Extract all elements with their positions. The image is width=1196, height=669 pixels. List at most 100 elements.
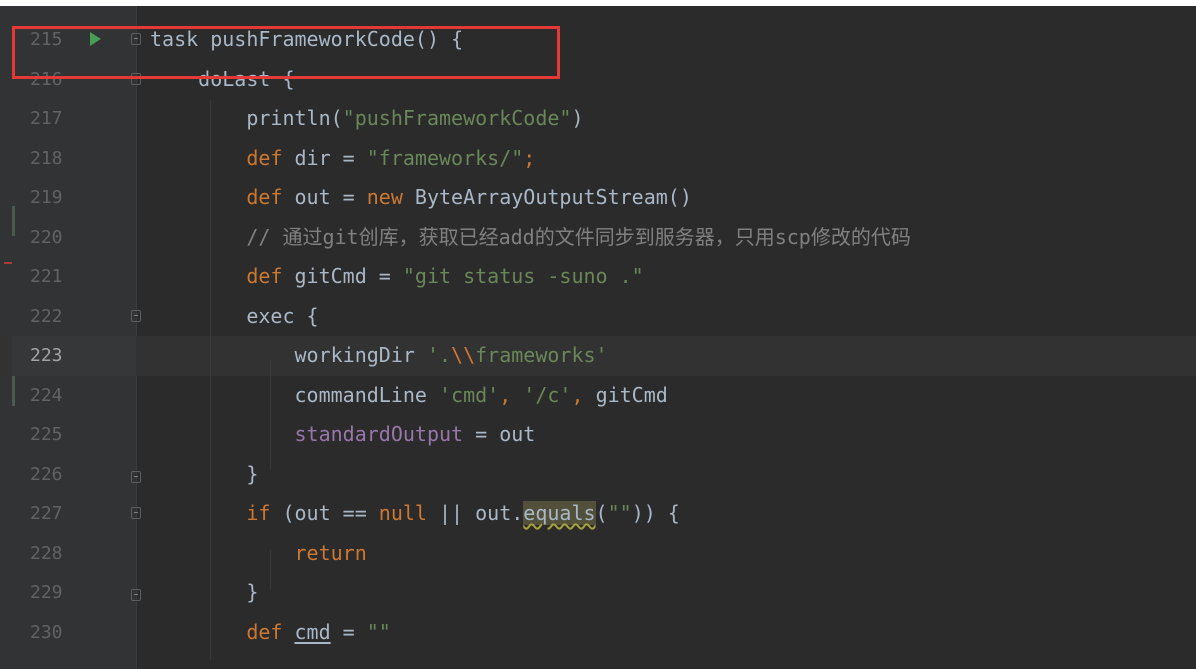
code-line[interactable]: 226 } [0, 455, 1196, 495]
code-line[interactable]: 228 return [0, 534, 1196, 574]
code-token-id: } [150, 461, 259, 486]
code-line[interactable]: 215 task pushFrameworkCode() { [0, 20, 1196, 60]
code-token-esc: \\ [451, 343, 476, 367]
code-token-id: task pushFrameworkCode() { [150, 27, 464, 51]
code-line[interactable]: 216 doLast { [0, 60, 1196, 100]
code-token-id [282, 620, 294, 644]
code-line[interactable]: 227 if (out == null || out.equals("")) { [0, 494, 1196, 534]
fold-end-icon[interactable] [131, 470, 141, 483]
code-line[interactable]: 225 standardOutput = out [0, 415, 1196, 455]
code-text[interactable]: def cmd = "" [150, 613, 391, 653]
code-text[interactable]: // 通过git创库，获取已经add的文件同步到服务器，只用scp修改的代码 [150, 218, 911, 258]
fold-collapse-icon[interactable] [131, 33, 141, 45]
code-token-kw: , [571, 382, 596, 407]
code-token-fld: standardOutput [294, 422, 464, 446]
code-text[interactable]: } [150, 455, 258, 495]
code-token-id: = [330, 619, 367, 644]
code-text[interactable]: doLast { [150, 60, 295, 100]
code-token-id: workingDir [150, 343, 427, 367]
code-token-id [150, 264, 246, 288]
code-text[interactable]: task pushFrameworkCode() { [150, 20, 463, 60]
line-number[interactable]: 229 [30, 573, 63, 613]
code-line[interactable]: 223 workingDir '.\\frameworks' [0, 336, 1196, 376]
line-number[interactable]: 218 [30, 139, 63, 179]
code-token-kw: null [378, 501, 427, 525]
fold-collapse-icon[interactable] [131, 507, 141, 519]
code-token-str: "" [366, 619, 391, 644]
code-text[interactable]: commandLine 'cmd', '/c', gitCmd [150, 376, 667, 416]
code-token-id: println( [150, 106, 343, 130]
code-text[interactable]: standardOutput = out [150, 415, 536, 455]
line-number[interactable]: 215 [30, 20, 63, 60]
code-text[interactable]: if (out == null || out.equals("")) { [150, 494, 680, 534]
code-line[interactable]: 220 // 通过git创库，获取已经add的文件同步到服务器，只用scp修改的… [0, 218, 1196, 258]
code-token-id: doLast { [150, 66, 295, 91]
code-editor[interactable]: 214215 task pushFrameworkCode() { 216 doLa… [0, 6, 1196, 652]
code-line[interactable]: 219 def out = new ByteArrayOutputStream(… [0, 178, 1196, 218]
code-token-str: frameworks' [475, 343, 608, 367]
line-number[interactable]: 216 [30, 60, 63, 100]
indent-guide [270, 550, 271, 590]
line-number[interactable]: 230 [30, 613, 63, 653]
line-number[interactable]: 221 [30, 257, 63, 297]
line-number[interactable]: 219 [30, 178, 63, 218]
code-token-str: "" [607, 501, 632, 525]
code-token-kw: def [246, 185, 283, 209]
code-text[interactable]: } [150, 573, 258, 613]
line-number[interactable]: 224 [30, 376, 63, 416]
line-number[interactable]: 220 [30, 218, 63, 258]
code-token-id: out = [282, 185, 367, 209]
indent-guide [270, 360, 271, 470]
code-token-kw: , [499, 382, 524, 407]
code-token-id [150, 422, 295, 446]
code-token-cm: // 通过git创库，获取已经add的文件同步到服务器，只用scp修改的代码 [150, 224, 911, 249]
code-token-id: || out. [426, 501, 524, 525]
code-line[interactable]: 221 def gitCmd = "git status -suno ." [0, 257, 1196, 297]
code-token-id: } [150, 580, 259, 604]
code-text[interactable]: println("pushFrameworkCode") [150, 99, 583, 139]
line-number[interactable]: 227 [30, 494, 63, 534]
code-token-ul: cmd [294, 619, 331, 644]
code-token-id: exec { [150, 303, 319, 328]
code-text[interactable]: workingDir '.\\frameworks' [150, 336, 608, 376]
code-token-id: (out == [270, 501, 379, 525]
code-token-id: ( [595, 501, 608, 525]
code-line[interactable]: 217 println("pushFrameworkCode") [0, 99, 1196, 139]
code-token-kw: return [294, 540, 367, 565]
line-number[interactable]: 214 [30, 6, 63, 20]
code-token-kw: def [246, 619, 283, 644]
line-number[interactable]: 226 [30, 455, 63, 495]
code-line[interactable]: 222 exec { [0, 297, 1196, 337]
code-token-kw: new [366, 185, 403, 209]
code-text[interactable]: def out = new ByteArrayOutputStream() [150, 178, 692, 218]
code-text[interactable]: exec { [150, 297, 319, 337]
code-token-str: "pushFrameworkCode" [342, 106, 572, 130]
code-token-id [150, 501, 246, 525]
line-number[interactable]: 222 [30, 297, 63, 337]
code-token-str: "git status -suno ." [402, 264, 644, 288]
fold-collapse-icon[interactable] [131, 72, 141, 85]
code-text[interactable]: def dir = "frameworks/"; [150, 139, 535, 179]
code-line[interactable]: 218 def dir = "frameworks/"; [0, 139, 1196, 179]
code-text[interactable]: return [150, 534, 367, 574]
fold-collapse-icon[interactable] [131, 309, 141, 322]
code-line[interactable]: 224 commandLine 'cmd', '/c', gitCmd [0, 376, 1196, 416]
code-token-kw: ; [523, 145, 536, 170]
code-line-partial[interactable]: 214 [0, 6, 1196, 20]
code-token-id [150, 620, 246, 644]
code-line[interactable]: 229 } [0, 573, 1196, 613]
line-number[interactable]: 225 [30, 415, 63, 455]
code-token-id: ) [571, 106, 584, 130]
line-number[interactable]: 217 [30, 99, 63, 139]
indent-guide [210, 100, 211, 660]
code-token-id [150, 541, 295, 565]
code-text[interactable]: def gitCmd = "git status -suno ." [150, 257, 644, 297]
code-line[interactable]: 230 def cmd = "" [0, 613, 1196, 653]
code-token-id: commandLine [150, 382, 439, 407]
code-token-id: gitCmd = [282, 264, 403, 288]
line-number[interactable]: 228 [30, 534, 63, 574]
fold-end-icon[interactable] [131, 589, 141, 601]
line-number[interactable]: 223 [30, 336, 63, 376]
code-token-kw: def [246, 145, 283, 170]
run-task-icon[interactable] [90, 32, 101, 46]
